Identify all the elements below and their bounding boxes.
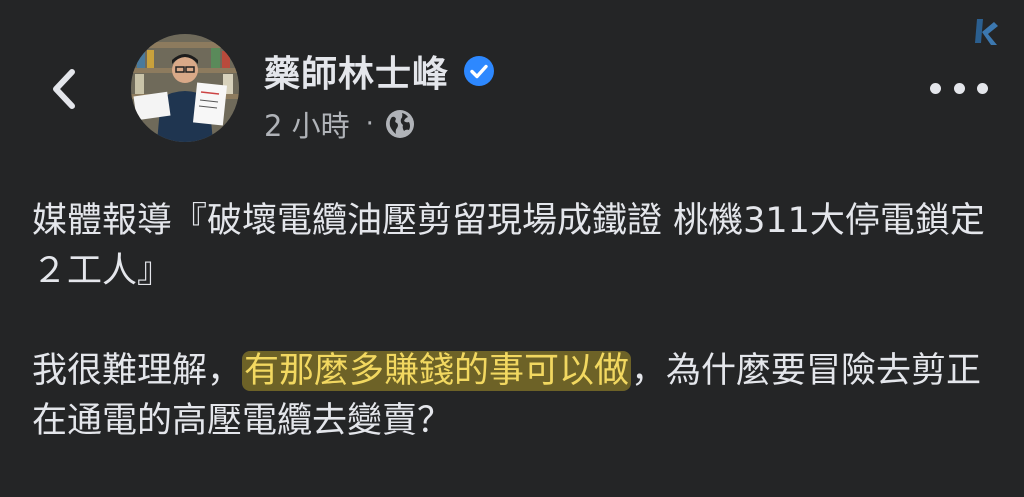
- author-name[interactable]: 藥師林士峰: [264, 45, 449, 97]
- chevron-left-icon: [53, 69, 75, 109]
- meta-separator: ·: [365, 109, 374, 139]
- post-text-before-highlight: 我很難理解，: [32, 351, 243, 391]
- author-row: 藥師林士峰: [264, 46, 495, 96]
- more-options-button[interactable]: [930, 70, 988, 106]
- post-text: 媒體報導『破壞電纜油壓剪留現場成鐵證 桃機311大停電鎖定２工人』 我很難理解，…: [32, 196, 992, 446]
- post-timestamp[interactable]: 2 小時: [264, 103, 350, 145]
- more-dot: [930, 82, 941, 94]
- highlighted-text: 有那麼多賺錢的事可以做: [242, 351, 632, 391]
- globe-icon[interactable]: [384, 108, 416, 140]
- more-dot: [953, 82, 965, 94]
- post-paragraph-1: 媒體報導『破壞電纜油壓剪留現場成鐵證 桃機311大停電鎖定２工人』: [32, 201, 985, 291]
- avatar[interactable]: [131, 34, 239, 142]
- post-paragraph-2: 我很難理解，有那麼多賺錢的事可以做，為什麼要冒險去剪正在通電的高壓電纜去變賣？: [32, 346, 992, 446]
- more-dot: [977, 82, 988, 94]
- avatar-photo: [131, 34, 239, 142]
- verified-badge-icon: [464, 56, 495, 86]
- back-button[interactable]: [40, 62, 88, 116]
- watermark-logo: [975, 19, 998, 45]
- post-meta: 2 小時 ·: [264, 104, 416, 144]
